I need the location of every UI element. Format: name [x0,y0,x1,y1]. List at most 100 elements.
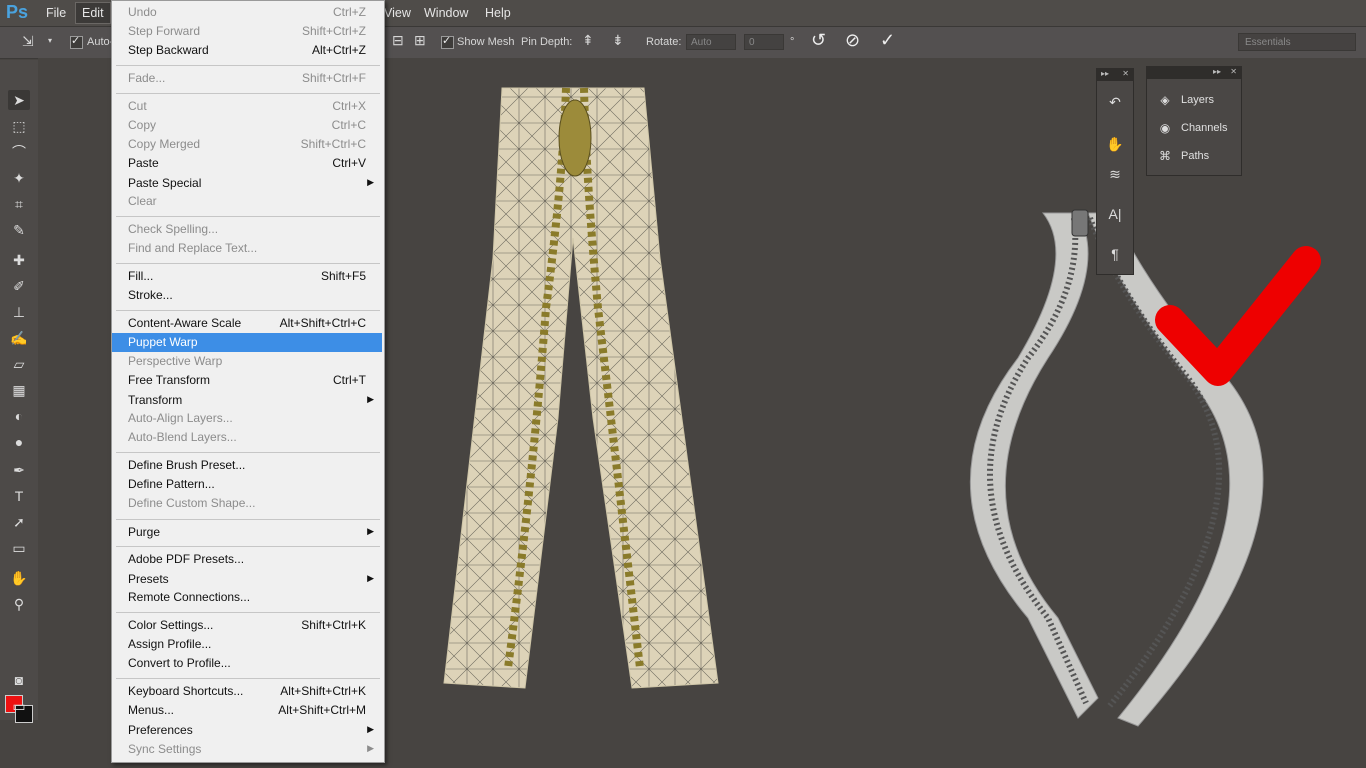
menu-item-assign-profile[interactable]: Assign Profile... [112,635,382,654]
submenu-arrow-icon: ▶ [367,177,374,187]
menu-item-find-and-replace-text[interactable]: Find and Replace Text... [112,239,382,258]
menu-item-copy[interactable]: Copy Ctrl+C [112,116,382,135]
panel-tab-channels[interactable]: ◉ Channels [1157,121,1228,135]
pin-forward-icon[interactable]: ⇞ [582,32,594,49]
menu-item-label: Transform [128,393,183,407]
chevron-down-icon[interactable]: ▾ [48,36,52,45]
menu-item-check-spelling[interactable]: Check Spelling... [112,220,382,239]
menu-item-label: Step Backward [128,43,209,57]
menu-item-auto-blend-layers[interactable]: Auto-Blend Layers... [112,428,382,447]
brush-presets-icon[interactable]: ✋ [1103,133,1127,155]
eyedropper-icon[interactable]: ✎ [8,220,30,240]
menu-help[interactable]: Help [485,6,511,20]
menu-item-undo[interactable]: Undo Ctrl+Z [112,3,382,22]
panel-tab-layers[interactable]: ◈ Layers [1157,93,1214,107]
menu-item-preferences[interactable]: Preferences ▶ [112,721,382,740]
panel-tab-paths[interactable]: ⌘ Paths [1157,149,1209,163]
menu-separator [116,452,380,453]
menu-item-define-custom-shape[interactable]: Define Custom Shape... [112,494,382,513]
menu-item-puppet-warp[interactable]: Puppet Warp [112,333,382,352]
menu-item-free-transform[interactable]: Free Transform Ctrl+T [112,371,382,390]
menu-item-paste[interactable]: Paste Ctrl+V [112,154,382,173]
menu-item-transform[interactable]: Transform ▶ [112,391,382,410]
menu-item-presets[interactable]: Presets ▶ [112,570,382,589]
brush-settings-icon[interactable]: ≋ [1103,163,1127,185]
magic-wand-icon[interactable]: ✦ [8,168,30,188]
menu-item-paste-special[interactable]: Paste Special ▶ [112,174,382,193]
paragraph-icon[interactable]: ¶ [1103,243,1127,265]
zoom-tool-icon[interactable]: ⚲ [8,594,30,614]
gradient-tool-icon[interactable]: ▦ [8,380,30,400]
menu-item-auto-align-layers[interactable]: Auto-Align Layers... [112,409,382,428]
pin-backward-icon[interactable]: ⇟ [612,32,624,49]
quick-mask-icon[interactable]: ◙ [8,670,30,690]
menu-item-shortcut: Ctrl+T [333,373,366,387]
auto-select-checkbox[interactable] [70,34,83,49]
marquee-tool-icon[interactable]: ⬚ [8,116,30,136]
menu-item-content-aware-scale[interactable]: Content-Aware Scale Alt+Shift+Ctrl+C [112,314,382,333]
brush-tool-icon[interactable]: ✐ [8,276,30,296]
path-select-icon[interactable]: ➚ [8,512,30,532]
move-tool-icon[interactable]: ➤ [8,90,30,110]
menu-separator [116,93,380,94]
cancel-warp-icon[interactable]: ↺ [811,30,826,51]
menu-item-remote-connections[interactable]: Remote Connections... [112,588,382,607]
dodge-tool-icon[interactable]: ● [8,432,30,452]
stamp-tool-icon[interactable]: ⊥ [8,302,30,322]
healing-brush-icon[interactable]: ✚ [8,250,30,270]
shape-tool-icon[interactable]: ▭ [8,538,30,558]
panel-header: ▸▸ ✕ [1147,67,1241,79]
menu-item-menus[interactable]: Menus... Alt+Shift+Ctrl+M [112,701,382,720]
crop-tool-icon[interactable]: ⌗ [8,194,30,214]
blur-tool-icon[interactable]: ◐ [8,406,30,426]
menu-file[interactable]: File [46,6,66,20]
screen-mode-icon[interactable]: ▭ [8,696,30,716]
menu-item-step-forward[interactable]: Step Forward Shift+Ctrl+Z [112,22,382,41]
history-icon[interactable]: ↶ [1103,91,1127,113]
show-mesh-checkbox[interactable] [441,34,454,49]
pen-tool-icon[interactable]: ✒ [8,460,30,480]
character-icon[interactable]: A| [1103,203,1127,225]
submenu-arrow-icon: ▶ [367,724,374,734]
menu-item-perspective-warp[interactable]: Perspective Warp [112,352,382,371]
zipper-mesh-left[interactable] [443,87,719,689]
menu-item-stroke[interactable]: Stroke... [112,286,382,305]
menu-item-fade[interactable]: Fade... Shift+Ctrl+F [112,69,382,88]
distribute-icon[interactable]: ⊞ [414,32,426,49]
rotate-mode-select[interactable]: Auto [686,34,736,50]
menu-item-shortcut: Shift+F5 [320,269,366,283]
menu-item-define-brush-preset[interactable]: Define Brush Preset... [112,456,382,475]
menu-item-label: Find and Replace Text... [128,241,258,255]
eraser-icon[interactable]: ▱ [8,354,30,374]
menu-item-copy-merged[interactable]: Copy Merged Shift+Ctrl+C [112,135,382,154]
menu-view[interactable]: View [384,6,411,20]
align-icon[interactable]: ⊟ [392,32,404,49]
layers-panel-group: ▸▸ ✕ ◈ Layers ◉ Channels ⌘ Paths [1146,66,1242,176]
move-tool-icon[interactable]: ⇲ [22,33,34,50]
workspace-select[interactable]: Essentials [1238,33,1356,51]
lasso-tool-icon[interactable]: ⌒ [8,142,30,162]
menu-window[interactable]: Window [424,6,468,20]
cancel-icon[interactable]: ⊘ [845,30,860,51]
menu-item-label: Fade... [128,71,166,85]
menu-item-define-pattern[interactable]: Define Pattern... [112,475,382,494]
menu-item-clear[interactable]: Clear [112,192,382,211]
menu-item-purge[interactable]: Purge ▶ [112,523,382,542]
menu-item-sync-settings[interactable]: Sync Settings ▶ [112,740,382,759]
hand-tool-icon[interactable]: ✋ [8,568,30,588]
zipper-right[interactable] [970,209,1264,727]
menu-edit[interactable]: Edit [75,2,111,24]
commit-icon[interactable]: ✓ [880,30,895,51]
rotate-angle-input[interactable]: 0 [744,34,784,50]
menu-item-fill[interactable]: Fill... Shift+F5 [112,267,382,286]
type-tool-icon[interactable]: T [8,486,30,506]
menu-item-step-backward[interactable]: Step Backward Alt+Ctrl+Z [112,41,382,60]
menu-item-cut[interactable]: Cut Ctrl+X [112,97,382,116]
menu-item-keyboard-shortcuts[interactable]: Keyboard Shortcuts... Alt+Shift+Ctrl+K [112,682,382,701]
menu-separator [116,519,380,520]
menu-item-convert-to-profile[interactable]: Convert to Profile... [112,654,382,673]
menu-item-color-settings[interactable]: Color Settings... Shift+Ctrl+K [112,616,382,635]
menu-item-adobe-pdf-presets[interactable]: Adobe PDF Presets... [112,550,382,569]
menu-separator [116,310,380,311]
history-brush-icon[interactable]: ✍ [8,328,30,348]
